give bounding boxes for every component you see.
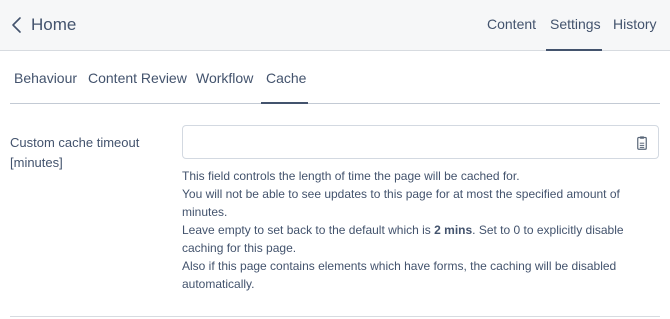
clipboard-icon: [637, 136, 647, 150]
tab-history[interactable]: History: [613, 16, 657, 32]
sub-tab-cache[interactable]: Cache: [266, 70, 306, 86]
page-title[interactable]: Home: [31, 15, 76, 35]
sub-tab-content-review[interactable]: Content Review: [88, 70, 187, 86]
cache-timeout-field[interactable]: [182, 125, 659, 159]
sub-tab-workflow[interactable]: Workflow: [196, 70, 253, 86]
help-line: You will not be able to see updates to t…: [182, 187, 620, 219]
tab-settings[interactable]: Settings: [550, 16, 601, 32]
sub-tab-cache-active-indicator: [261, 102, 308, 104]
help-line: Leave empty to set back to the default w…: [182, 221, 652, 257]
tab-content[interactable]: Content: [487, 16, 536, 32]
sub-tab-behaviour[interactable]: Behaviour: [14, 70, 77, 86]
help-line: This field controls the length of time t…: [182, 169, 520, 183]
help-text-fragment: Leave empty to set back to the default w…: [182, 223, 435, 237]
back-chevron-icon[interactable]: [8, 13, 28, 37]
sub-tab-bar: Behaviour Content Review Workflow Cache: [10, 51, 660, 104]
cache-timeout-label: Custom cache timeout [minutes]: [10, 135, 140, 170]
divider: [10, 316, 660, 317]
page-header: Home Content Settings History: [0, 0, 670, 51]
help-line: Also if this page contains elements whic…: [182, 259, 617, 291]
help-text: This field controls the length of time t…: [182, 167, 652, 293]
default-duration: 2 mins: [434, 223, 473, 237]
cache-timeout-input[interactable]: [193, 127, 637, 159]
